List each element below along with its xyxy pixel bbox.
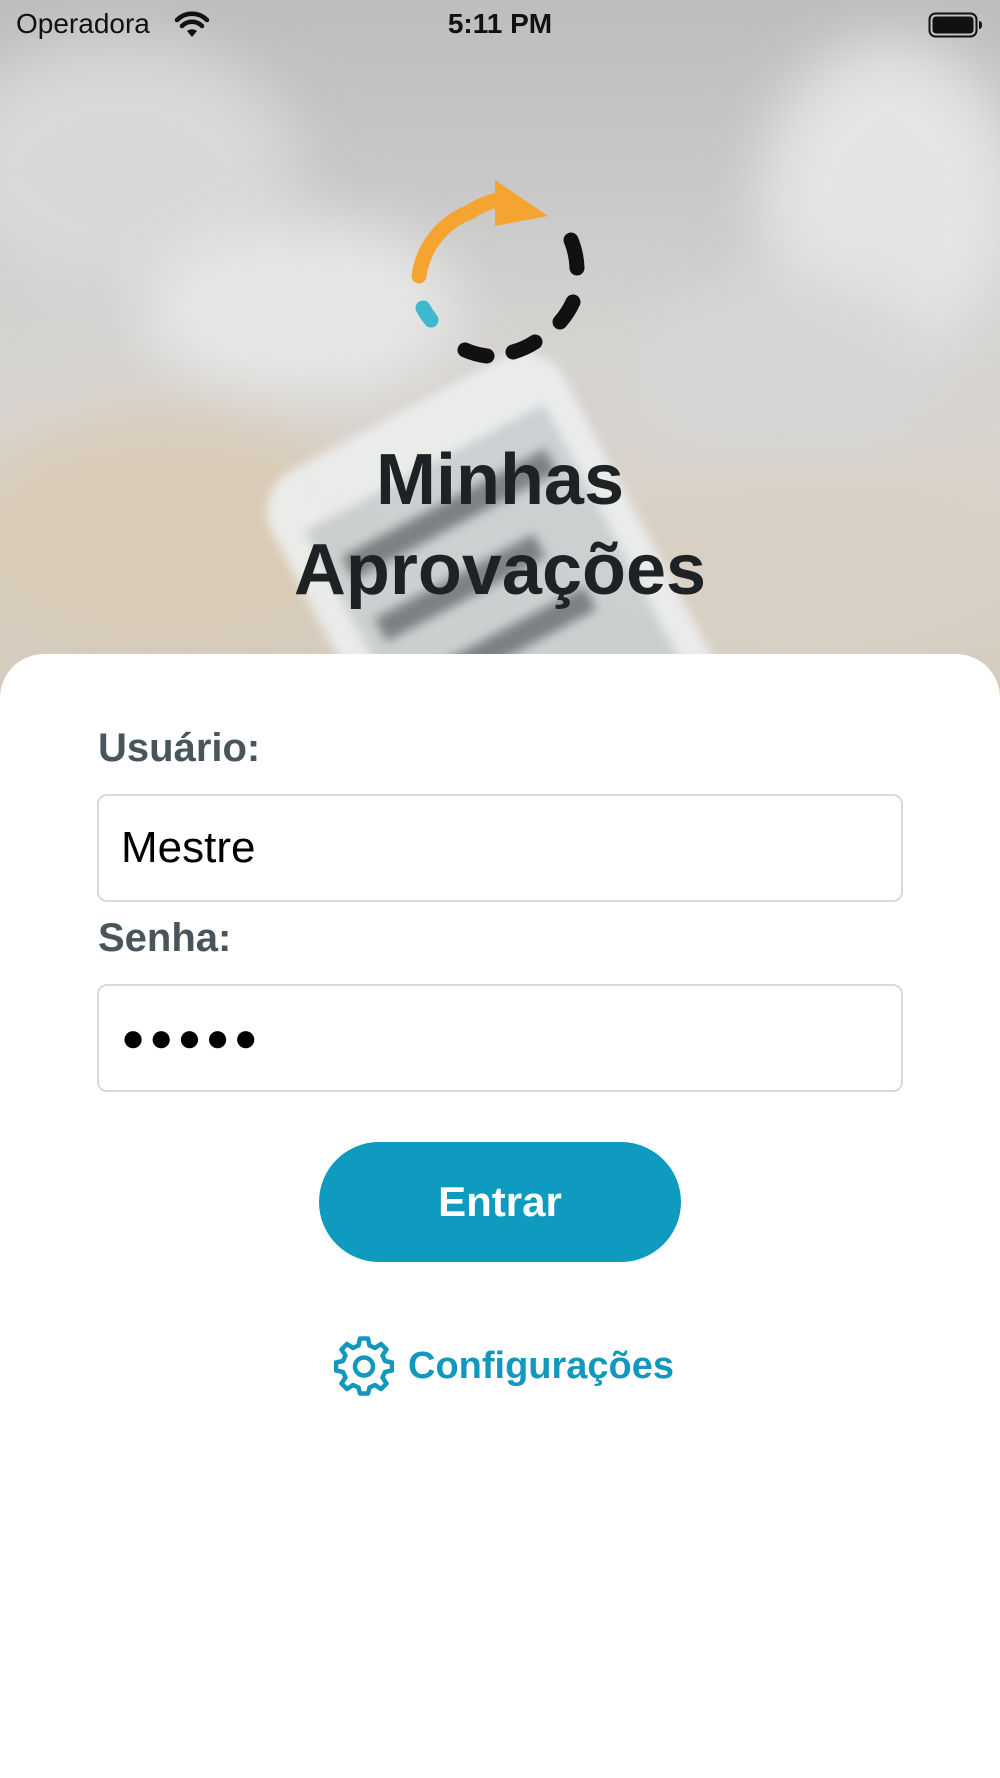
username-label: Usuário:: [98, 726, 261, 770]
login-button[interactable]: Entrar: [319, 1142, 681, 1262]
settings-link[interactable]: Configurações: [334, 1336, 674, 1396]
gear-icon: [334, 1336, 394, 1396]
battery-full-icon: [928, 12, 982, 38]
settings-label: Configurações: [408, 1344, 675, 1387]
status-bar: Operadora 5:11 PM: [0, 0, 1000, 50]
app-title: Minhas Aprovações: [0, 435, 1000, 615]
login-card: Usuário: Senha: Entrar Configurações: [0, 654, 1000, 1778]
password-label: Senha:: [98, 916, 232, 960]
app-title-line2: Aprovações: [293, 530, 707, 610]
username-input[interactable]: [97, 794, 903, 902]
password-input[interactable]: [97, 984, 903, 1092]
login-screen: Operadora 5:11 PM Minhas Aprovações Usuá…: [0, 0, 1000, 1778]
status-time: 5:11 PM: [447, 8, 553, 39]
sync-arrow-logo: [411, 180, 585, 364]
app-title-line1: Minhas: [375, 440, 625, 520]
